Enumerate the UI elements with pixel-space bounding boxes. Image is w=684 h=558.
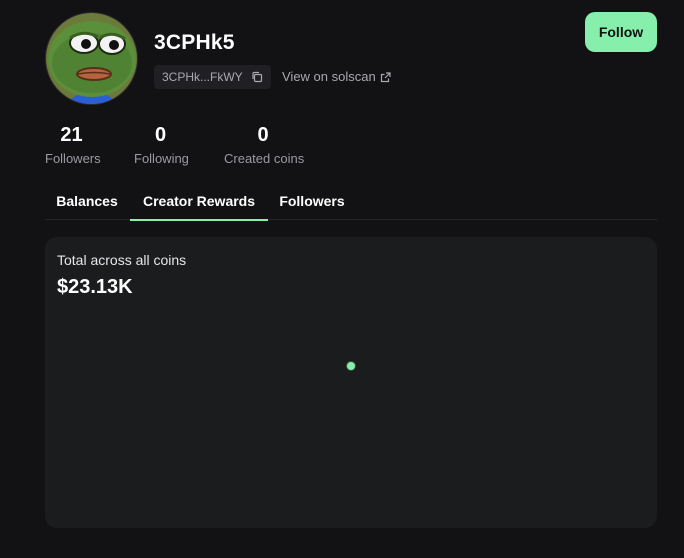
tab-followers[interactable]: Followers [269, 182, 355, 220]
solscan-link-label: View on solscan [282, 69, 376, 84]
stat-followers[interactable]: 21 Followers [45, 123, 101, 166]
frog-avatar-icon [46, 13, 137, 104]
follow-button[interactable]: Follow [585, 12, 657, 52]
created-coins-label: Created coins [224, 151, 305, 166]
stat-created-coins[interactable]: 0 Created coins [224, 123, 305, 166]
loading-indicator [347, 362, 355, 370]
following-count: 0 [154, 124, 167, 146]
rewards-total-label: Total across all coins [57, 252, 187, 268]
tab-balances[interactable]: Balances [45, 182, 129, 220]
created-coins-count: 0 [257, 124, 269, 146]
tab-creator-rewards[interactable]: Creator Rewards [130, 182, 268, 221]
copy-icon[interactable] [251, 71, 263, 83]
rewards-card: Total across all coins $23.13K [45, 237, 657, 528]
avatar [45, 12, 138, 105]
following-label: Following [134, 151, 189, 166]
profile-page: 3CPHk5 3CPHk...FkWY View on solscan Foll… [0, 0, 684, 558]
stat-following[interactable]: 0 Following [134, 123, 189, 166]
external-link-icon [380, 71, 391, 83]
followers-count: 21 [60, 124, 83, 146]
username: 3CPHk5 [154, 31, 235, 54]
rewards-total-value: $23.13K [57, 276, 133, 298]
view-on-solscan-link[interactable]: View on solscan [282, 69, 391, 84]
followers-label: Followers [45, 151, 101, 166]
wallet-address-copy[interactable]: 3CPHk...FkWY [154, 65, 271, 89]
wallet-address: 3CPHk...FkWY [162, 70, 243, 84]
profile-tabs: Balances Creator Rewards Followers [45, 182, 657, 221]
